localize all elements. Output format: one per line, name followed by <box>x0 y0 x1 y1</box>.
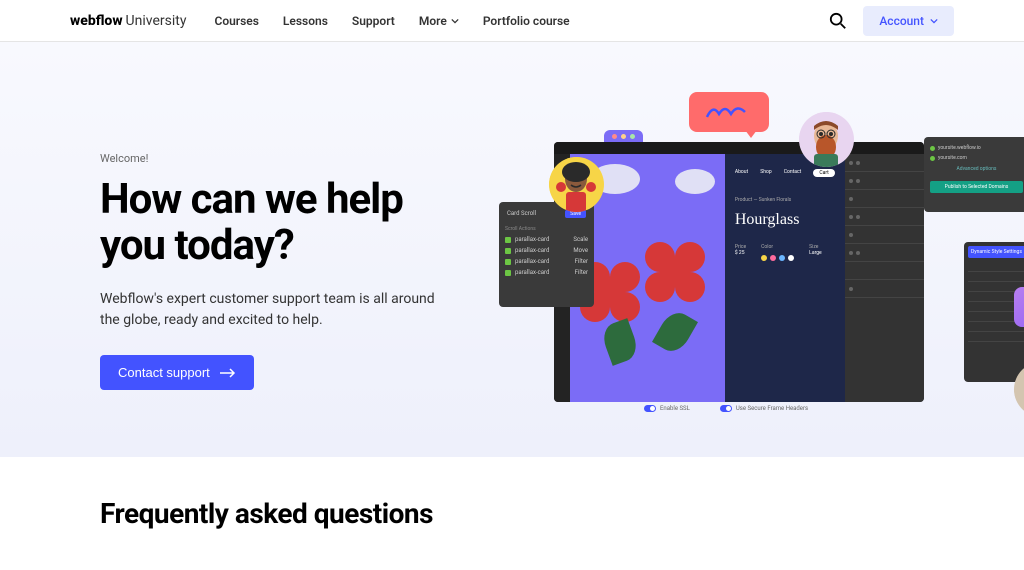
chevron-down-icon <box>930 17 938 25</box>
toggle-row: Enable SSL Use Secure Frame Headers <box>644 405 808 412</box>
account-label: Account <box>879 14 924 28</box>
publish-button: Publish to Selected Domains <box>930 181 1023 193</box>
hero-graphics: AboutShopContactCart Product — Sunken Fl… <box>514 92 994 422</box>
person-icon <box>799 112 854 167</box>
publish-advanced: Advanced options <box>930 163 1023 175</box>
logo-sub: University <box>126 13 187 29</box>
product-label: Product — Sunken Florals <box>735 197 835 203</box>
arrow-right-icon <box>220 368 236 378</box>
nav-link-portfolio[interactable]: Portfolio course <box>483 14 570 28</box>
nav-links: Courses Lessons Support More Portfolio c… <box>214 14 569 28</box>
hero-title: How can we help you today? <box>100 177 440 269</box>
nav-more-label: More <box>419 14 447 28</box>
speech-bubble-signature <box>689 92 769 132</box>
avatar <box>799 112 854 167</box>
nav-link-courses[interactable]: Courses <box>214 14 258 28</box>
interactions-panel: Card Scroll Save Scroll Actions parallax… <box>499 202 594 307</box>
hero-description: Webflow's expert customer support team i… <box>100 289 440 331</box>
leaf-icon <box>599 318 641 366</box>
cloud-icon <box>675 169 715 194</box>
hero-section: Welcome! How can we help you today? Webf… <box>0 42 1024 457</box>
product-title: Hourglass <box>735 211 835 229</box>
leaf-icon <box>652 307 698 357</box>
ssl-toggle: Enable SSL <box>644 405 690 412</box>
contact-support-button[interactable]: Contact support <box>100 355 254 390</box>
navbar: webflow University Courses Lessons Suppo… <box>0 0 1024 42</box>
toggle-label: Use Secure Frame Headers <box>736 405 808 412</box>
nav-link-lessons[interactable]: Lessons <box>283 14 328 28</box>
canvas-product-panel: AboutShopContactCart Product — Sunken Fl… <box>725 154 845 402</box>
nav-link-more[interactable]: More <box>419 14 459 28</box>
dot-icon <box>630 134 635 139</box>
interactions-title: Card Scroll <box>507 210 536 218</box>
product-meta: Price$ 25 Color SizeLarge <box>735 244 835 261</box>
search-icon[interactable] <box>829 12 847 30</box>
hero-eyebrow: Welcome! <box>100 152 440 165</box>
designer-canvas: AboutShopContactCart Product — Sunken Fl… <box>570 154 845 402</box>
avatar <box>549 157 604 212</box>
dot-icon <box>612 134 617 139</box>
nav-left: webflow University Courses Lessons Suppo… <box>70 13 570 29</box>
nav-link-support[interactable]: Support <box>352 14 395 28</box>
nav-right: Account <box>829 6 954 36</box>
designer-topbar <box>554 142 924 154</box>
interactions-sub: Scroll Actions <box>505 224 588 234</box>
publish-domain: yoursite.webflow.io <box>938 145 981 151</box>
signature-icon <box>705 102 755 122</box>
product-nav: AboutShopContactCart <box>735 169 835 177</box>
dot-icon <box>621 134 626 139</box>
headers-toggle: Use Secure Frame Headers <box>720 405 808 412</box>
faq-section: Frequently asked questions <box>0 457 1024 570</box>
designer-panel: AboutShopContactCart Product — Sunken Fl… <box>554 142 924 402</box>
toggle-label: Enable SSL <box>660 405 690 412</box>
publish-domain: yoursite.com <box>938 155 967 161</box>
designer-style-panel <box>845 154 924 402</box>
chevron-down-icon <box>451 17 459 25</box>
logo[interactable]: webflow University <box>70 13 186 29</box>
designer-body: AboutShopContactCart Product — Sunken Fl… <box>554 154 924 402</box>
hero-content: Welcome! How can we help you today? Webf… <box>0 42 440 390</box>
logo-brand: webflow <box>70 13 123 29</box>
person-icon <box>549 157 604 212</box>
account-button[interactable]: Account <box>863 6 954 36</box>
faq-title: Frequently asked questions <box>100 497 924 530</box>
flower-icon <box>645 242 705 302</box>
publish-panel: yoursite.webflow.io yoursite.com Advance… <box>924 137 1024 212</box>
speech-bubble-question: ? <box>1014 287 1024 327</box>
style-header: Dynamic Style Settings <box>968 246 1024 258</box>
cta-label: Contact support <box>118 365 210 380</box>
